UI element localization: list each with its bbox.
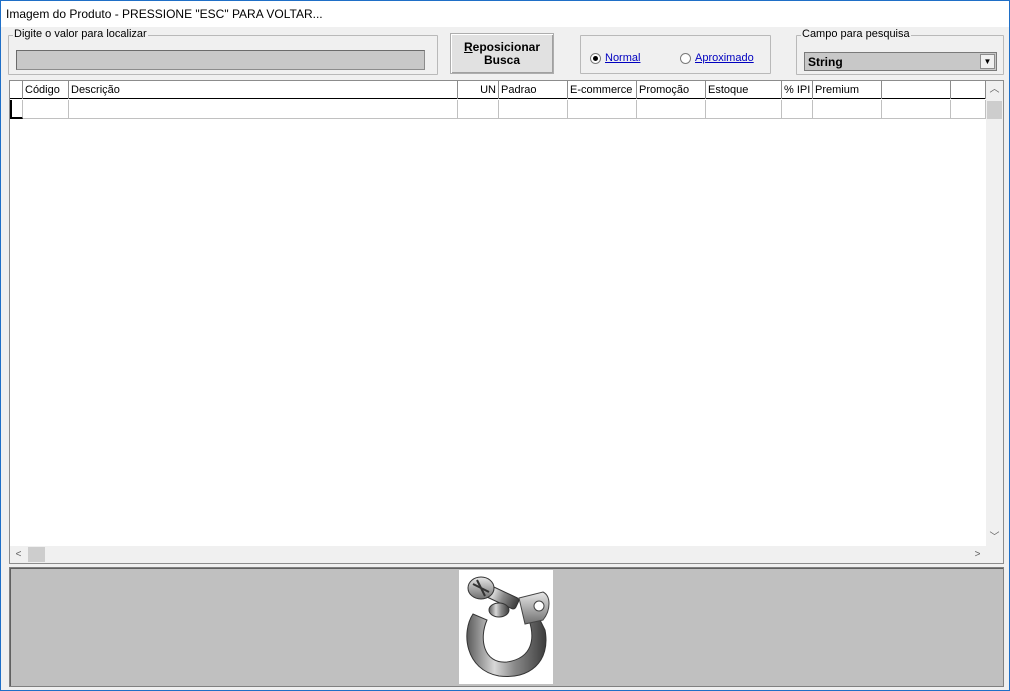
radio-normal-label: Normal [605,52,641,64]
search-field-group-label: Campo para pesquisa [801,28,911,40]
pipe-clamp-image [459,570,553,684]
table-cell[interactable] [499,100,568,119]
row-indicator[interactable] [10,100,23,119]
table-cell[interactable] [637,100,706,119]
column-header-un[interactable]: UN [458,81,499,99]
radio-normal-indicator [590,52,601,64]
table-cell[interactable] [782,100,813,119]
column-header-premium[interactable]: Premium [813,81,882,99]
chevron-left-icon[interactable]: < [10,546,27,563]
table-cell[interactable] [882,100,951,119]
column-header-ipi[interactable]: % IPI [782,81,813,99]
search-group-label: Digite o valor para localizar [13,28,148,40]
table-cell[interactable] [813,100,882,119]
search-group: Digite o valor para localizar [8,28,438,75]
horizontal-scrollbar[interactable]: < > [10,546,986,563]
window: Imagem do Produto - PRESSIONE "ESC" PARA… [0,0,1010,691]
table-cell[interactable] [69,100,458,119]
window-title: Imagem do Produto - PRESSIONE "ESC" PARA… [6,7,323,21]
reposition-label: eposicionar [472,40,541,54]
table-cell[interactable] [568,100,637,119]
column-header-estoque[interactable]: Estoque [706,81,782,99]
search-field-selected: String [808,55,843,69]
chevron-right-icon[interactable]: > [969,546,986,563]
vertical-scrollbar[interactable]: ︿ ﹀ [986,81,1003,546]
reposition-search-button[interactable]: Reposicionar Busca [450,33,554,74]
grid-header: Código Descrição UN Padrao E-commerce Pr… [10,81,986,99]
search-field-select[interactable]: String ▼ [804,52,997,71]
column-header-codigo[interactable]: Código [23,81,69,99]
radio-approximate-label: Aproximado [695,52,754,64]
table-cell[interactable] [458,100,499,119]
column-header-extra-2[interactable] [951,81,986,99]
pipe-clamp-icon [466,576,550,678]
product-grid[interactable]: Código Descrição UN Padrao E-commerce Pr… [9,80,1004,564]
radio-approximate[interactable]: Aproximado [680,52,754,64]
reposition-button-line2: Busca [483,53,521,67]
title-bar: Imagem do Produto - PRESSIONE "ESC" PARA… [1,1,1009,27]
table-cell[interactable] [706,100,782,119]
table-cell[interactable] [951,100,986,119]
horizontal-scroll-thumb[interactable] [28,547,45,562]
table-cell[interactable] [23,100,69,119]
search-input[interactable] [16,50,425,70]
search-field-group: Campo para pesquisa String ▼ [796,28,1004,75]
column-header-ecommerce[interactable]: E-commerce [568,81,637,99]
chevron-down-icon[interactable]: ▼ [980,54,995,69]
vertical-scroll-thumb[interactable] [987,101,1002,119]
chevron-up-icon[interactable]: ︿ [986,81,1003,98]
column-header-indicator [10,81,23,99]
search-mode-group: Normal Aproximado [580,35,771,74]
scrollbar-corner [986,546,1003,563]
radio-approximate-indicator [680,52,691,64]
column-header-padrao[interactable]: Padrao [499,81,568,99]
column-header-descricao[interactable]: Descrição [69,81,458,99]
column-header-extra-1[interactable] [882,81,951,99]
product-image-panel [9,567,1004,687]
radio-normal[interactable]: Normal [590,52,640,64]
chevron-down-icon[interactable]: ﹀ [986,529,1003,546]
column-header-promocao[interactable]: Promoção [637,81,706,99]
table-row[interactable] [10,100,986,119]
